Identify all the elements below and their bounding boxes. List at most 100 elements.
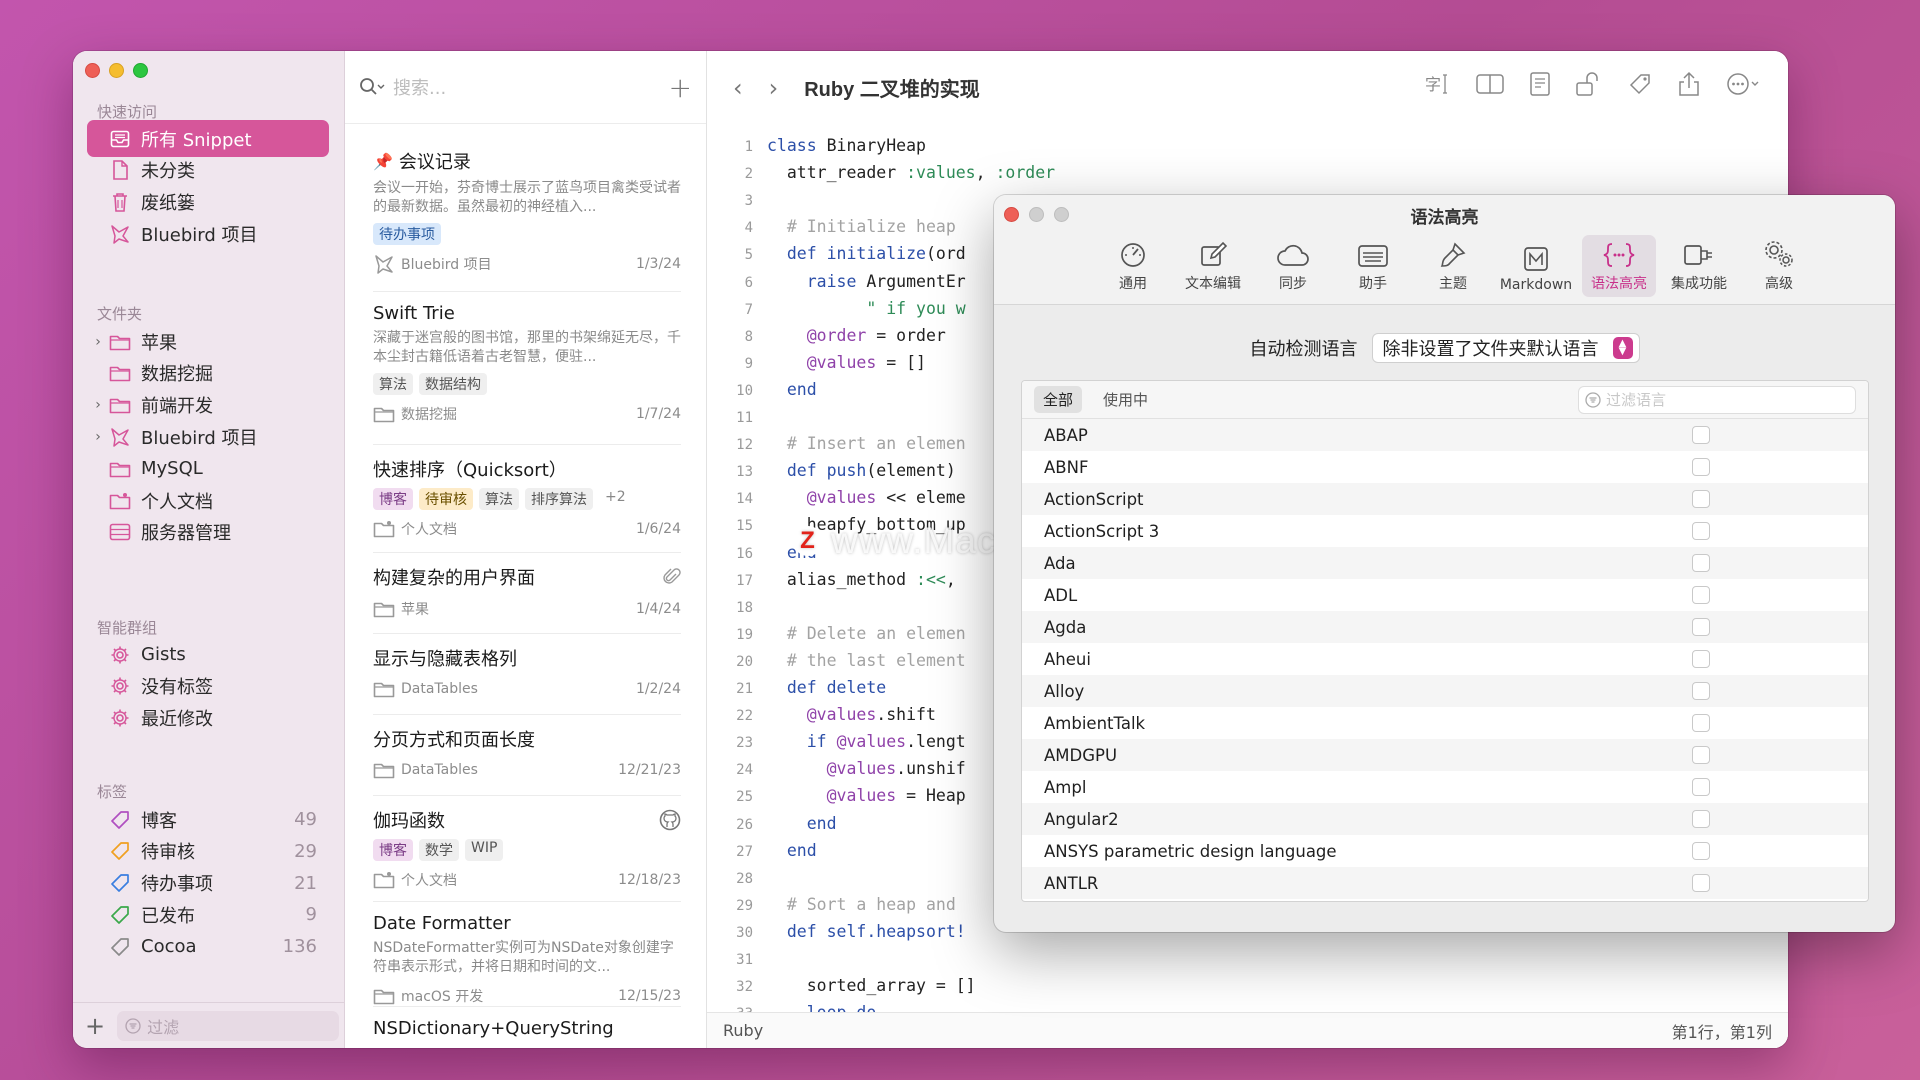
- language-row[interactable]: Angular2: [1022, 803, 1868, 835]
- prefs-title: 语法高亮: [1410, 208, 1479, 228]
- list-divider: [373, 633, 681, 634]
- more-options-icon[interactable]: [1726, 72, 1760, 96]
- language-row[interactable]: ActionScript 3: [1022, 515, 1868, 547]
- prefs-tab-7[interactable]: 集成功能: [1662, 235, 1736, 297]
- snippet-tag[interactable]: 待审核: [419, 488, 473, 510]
- prefs-tab-8[interactable]: 高级: [1742, 235, 1816, 297]
- language-checkbox[interactable]: [1692, 522, 1710, 540]
- line-number: 10: [736, 382, 753, 399]
- code-line: 23 if @values.lengt: [707, 732, 966, 759]
- sidebar-filter-input[interactable]: 过滤: [117, 1010, 340, 1041]
- sidebar-tag-4[interactable]: Cocoa 136: [87, 928, 329, 965]
- prefs-tab-0[interactable]: 通用: [1096, 235, 1170, 297]
- prefs-tab-label: 语法高亮: [1591, 276, 1647, 292]
- language-checkbox[interactable]: [1692, 554, 1710, 572]
- prefs-tab-6[interactable]: 语法高亮: [1582, 235, 1656, 297]
- language-row[interactable]: Ada: [1022, 547, 1868, 579]
- language-checkbox[interactable]: [1692, 586, 1710, 604]
- language-row[interactable]: ADL: [1022, 579, 1868, 611]
- snippet-list-item[interactable]: 快速排序（Quicksort） 博客 待审核 算法 排序算法 +2 个人文档 1/6/24: [373, 456, 681, 539]
- disclosure-chevron-icon[interactable]: ›: [87, 429, 109, 445]
- prefs-tab-1[interactable]: 文本编辑: [1176, 235, 1250, 297]
- sidebar-folder-6[interactable]: 服务器管理: [87, 514, 329, 551]
- zoom-button[interactable]: [133, 63, 148, 78]
- snippet-list-item[interactable]: 伽玛函数 博客 数学 WIP 个人文档 12/18/23: [373, 807, 681, 890]
- language-row[interactable]: ABNF: [1022, 451, 1868, 483]
- language-row[interactable]: Agda: [1022, 611, 1868, 643]
- snippet-tag[interactable]: +2: [599, 488, 632, 510]
- line-number: 5: [744, 247, 753, 264]
- language-checkbox[interactable]: [1692, 426, 1710, 444]
- prefs-tab-4[interactable]: 主题: [1416, 235, 1490, 297]
- snippet-list-item[interactable]: 显示与隐藏表格列 DataTables 1/2/24: [373, 645, 681, 698]
- language-row[interactable]: AmbientTalk: [1022, 707, 1868, 739]
- language-checkbox[interactable]: [1692, 682, 1710, 700]
- snippet-title[interactable]: Ruby 二叉堆的实现: [804, 73, 980, 102]
- language-filter-input[interactable]: 过滤语言: [1578, 385, 1856, 414]
- sidebar-item-label: 待办事项: [141, 874, 213, 896]
- code-text: raise ArgumentEr: [806, 271, 966, 291]
- prefs-tab-2[interactable]: 同步: [1256, 235, 1330, 297]
- list-search-input[interactable]: 搜索...: [393, 74, 669, 100]
- language-indicator[interactable]: Ruby: [723, 1021, 763, 1040]
- info-panel-icon[interactable]: [1530, 72, 1550, 96]
- disclosure-chevron-icon[interactable]: ›: [87, 334, 109, 350]
- line-number: 28: [736, 870, 753, 887]
- language-row[interactable]: AMDGPU: [1022, 739, 1868, 771]
- auto-detect-select[interactable]: 除非设置了文件夹默认语言 ▲ ▼: [1371, 333, 1640, 363]
- new-snippet-button[interactable]: +: [669, 71, 692, 104]
- language-checkbox[interactable]: [1692, 874, 1710, 892]
- tag-icon[interactable]: [1628, 72, 1652, 96]
- text-format-icon[interactable]: 字: [1424, 72, 1450, 96]
- snippet-tag[interactable]: 博客: [373, 839, 413, 861]
- snippet-tag[interactable]: 数据结构: [419, 373, 487, 395]
- language-checkbox[interactable]: [1692, 650, 1710, 668]
- line-number: 16: [736, 545, 753, 562]
- snippet-list-item[interactable]: Date Formatter NSDateFormatter实例可为NSDate对…: [373, 913, 681, 1006]
- snippet-tag[interactable]: WIP: [465, 839, 504, 861]
- split-view-icon[interactable]: [1476, 73, 1504, 95]
- snippet-tag[interactable]: 数学: [419, 839, 459, 861]
- snippet-list-item[interactable]: NSDictionary+QueryString: [373, 1018, 681, 1039]
- share-icon[interactable]: [1678, 71, 1700, 97]
- sidebar-quick-3[interactable]: Bluebird 项目: [87, 215, 329, 252]
- language-checkbox[interactable]: [1692, 490, 1710, 508]
- search-icon[interactable]: [359, 77, 385, 97]
- snippet-list-item[interactable]: Swift Trie 深藏于迷宫般的图书馆，那里的书架绵延无尽，千本尘封古籍低语着…: [373, 303, 681, 424]
- language-row[interactable]: Ampl: [1022, 771, 1868, 803]
- snippet-tag[interactable]: 博客: [373, 488, 413, 510]
- prefs-tab-5[interactable]: Markdown: [1496, 235, 1576, 297]
- language-checkbox[interactable]: [1692, 458, 1710, 476]
- language-row[interactable]: Aheui: [1022, 643, 1868, 675]
- snippet-tag[interactable]: 待办事项: [373, 223, 441, 245]
- segment-in-use[interactable]: 使用中: [1094, 386, 1157, 413]
- language-row[interactable]: ActionScript: [1022, 483, 1868, 515]
- add-icon[interactable]: +: [85, 1012, 105, 1040]
- language-checkbox[interactable]: [1692, 810, 1710, 828]
- lock-icon[interactable]: [1576, 72, 1602, 96]
- snippet-list-item[interactable]: 分页方式和页面长度 DataTables 12/21/23: [373, 726, 681, 779]
- snippet-tag[interactable]: 算法: [479, 488, 519, 510]
- forward-icon[interactable]: ›: [769, 74, 779, 102]
- snippet-tag[interactable]: 排序算法: [525, 488, 593, 510]
- language-row[interactable]: ANSYS parametric design language: [1022, 835, 1868, 867]
- language-row[interactable]: Alloy: [1022, 675, 1868, 707]
- close-button[interactable]: [85, 63, 100, 78]
- language-checkbox[interactable]: [1692, 618, 1710, 636]
- language-checkbox[interactable]: [1692, 842, 1710, 860]
- back-icon[interactable]: ‹: [733, 74, 743, 102]
- edit-icon: [1199, 241, 1227, 273]
- minimize-button[interactable]: [109, 63, 124, 78]
- language-checkbox[interactable]: [1692, 746, 1710, 764]
- language-row[interactable]: ANTLR: [1022, 867, 1868, 899]
- snippet-list-item[interactable]: 构建复杂的用户界面 苹果 1/4/24: [373, 564, 681, 619]
- language-row[interactable]: ABAP: [1022, 419, 1868, 451]
- snippet-list-item[interactable]: 📌 会议记录 会议一开始，芬奇博士展示了蓝鸟项目禽类受试者的最新数据。虽然最初的神经…: [373, 148, 681, 274]
- disclosure-chevron-icon[interactable]: ›: [87, 397, 109, 413]
- segment-all[interactable]: 全部: [1034, 386, 1083, 413]
- snippet-tag[interactable]: 算法: [373, 373, 413, 395]
- prefs-tab-3[interactable]: 助手: [1336, 235, 1410, 297]
- language-checkbox[interactable]: [1692, 778, 1710, 796]
- sidebar-smart-2[interactable]: 最近修改: [87, 700, 329, 737]
- language-checkbox[interactable]: [1692, 714, 1710, 732]
